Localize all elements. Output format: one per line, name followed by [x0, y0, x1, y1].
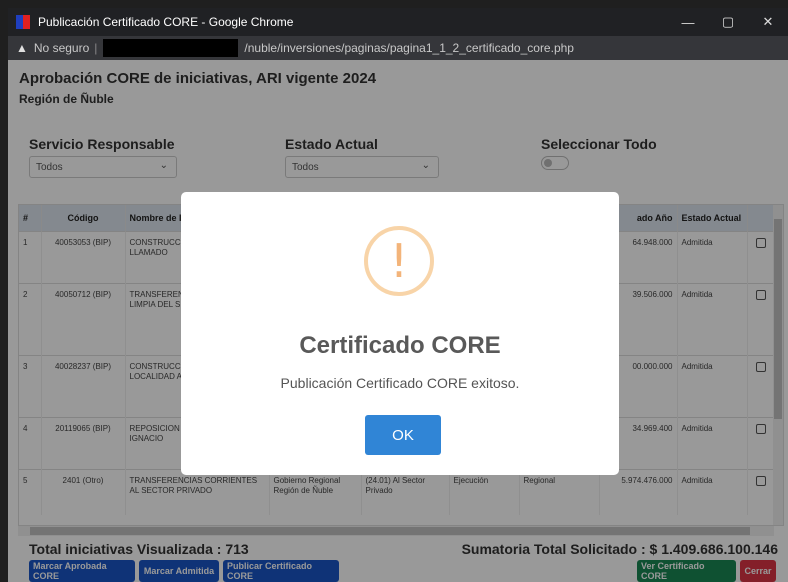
- address-divider: |: [94, 41, 98, 55]
- minimize-button[interactable]: —: [668, 8, 708, 36]
- warning-icon: ▲: [16, 41, 28, 55]
- url-text: /nuble/inversiones/paginas/pagina1_1_2_c…: [244, 41, 574, 55]
- browser-window: Publicación Certificado CORE - Google Ch…: [8, 8, 788, 582]
- maximize-button[interactable]: ▢: [708, 8, 748, 36]
- title-bar: Publicación Certificado CORE - Google Ch…: [8, 8, 788, 36]
- close-window-button[interactable]: ✕: [748, 8, 788, 36]
- warning-circle-icon: !: [364, 226, 434, 296]
- dialog-message: Publicación Certificado CORE exitoso.: [280, 375, 520, 391]
- address-bar[interactable]: ▲ No seguro | /nuble/inversiones/paginas…: [8, 36, 788, 60]
- security-label: No seguro: [33, 41, 90, 55]
- site-favicon-icon: [16, 15, 30, 29]
- window-title: Publicación Certificado CORE - Google Ch…: [38, 15, 294, 29]
- alert-dialog: ! Certificado CORE Publicación Certifica…: [181, 192, 619, 475]
- ok-button[interactable]: OK: [365, 415, 441, 455]
- redacted-host: [103, 39, 239, 57]
- page-content: Aprobación CORE de iniciativas, ARI vige…: [8, 60, 788, 582]
- dialog-title: Certificado CORE: [299, 332, 501, 359]
